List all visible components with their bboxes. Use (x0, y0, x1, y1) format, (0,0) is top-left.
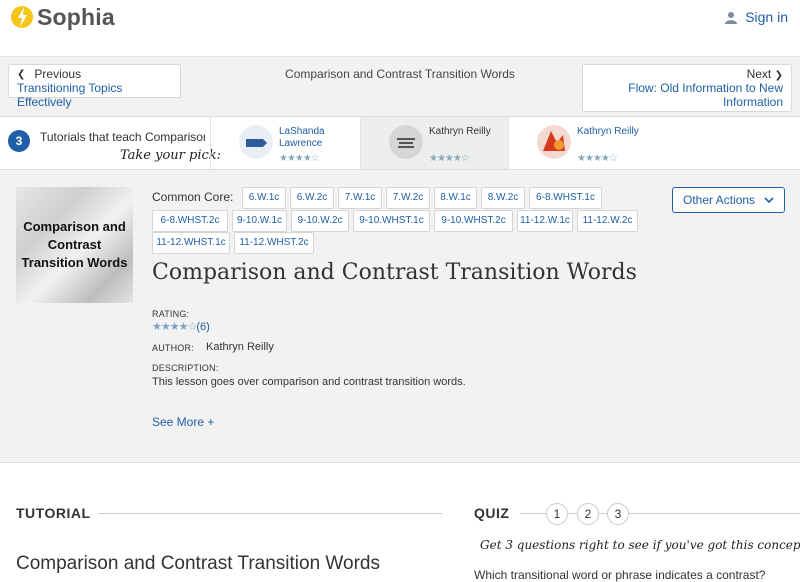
tutorial-divider (98, 513, 442, 514)
top-header: Sophia Sign in (0, 0, 800, 57)
standard-tag[interactable]: 6-8.WHST.2c (152, 210, 228, 232)
page-title: Comparison and Contrast Transition Words (152, 260, 637, 285)
author-name: Kathryn Reilly (206, 341, 274, 353)
chevron-down-icon (764, 196, 774, 203)
take-your-pick: Take your pick: (120, 148, 222, 163)
description-label: DESCRIPTION: (152, 363, 219, 373)
other-actions-label: Other Actions (683, 193, 756, 207)
rating-label: RATING: (152, 309, 190, 319)
quiz-question-2[interactable]: 2 (577, 503, 599, 525)
tutorial-thumbnail (239, 125, 273, 159)
other-actions-dropdown[interactable]: Other Actions (672, 187, 785, 213)
lesson-navigation: ❮ Previous Transitioning Topics Effective… (0, 57, 800, 117)
tutorial-author[interactable]: LaShanda Lawrence (279, 126, 325, 150)
tutorial-rating-stars: ★★★★☆ (279, 153, 320, 164)
rating-stars: ★★★★☆ (152, 321, 197, 333)
quiz-question-text: Which transitional word or phrase indica… (474, 568, 766, 582)
standard-tag[interactable]: 9-10.WHST.2c (434, 210, 513, 232)
tutorial-card-selected[interactable]: Kathryn Reilly ★★★★☆ (360, 117, 508, 169)
quiz-instruction: Get 3 questions right to see if you've g… (480, 538, 800, 552)
tutorial-lesson-title: Comparison and Contrast Transition Words (16, 553, 380, 574)
next-label: Next (746, 67, 772, 81)
standard-tag[interactable]: 11-12.WHST.2c (234, 232, 314, 254)
user-icon (725, 11, 738, 24)
tutorial-author[interactable]: Kathryn Reilly (577, 126, 639, 138)
tutorial-author[interactable]: Kathryn Reilly (429, 126, 491, 138)
previous-lesson-link[interactable]: Transitioning Topics Effectively (17, 81, 172, 109)
lesson-info-panel: Comparison and Contrast Transition Words C… (0, 170, 800, 463)
standard-tag[interactable]: 6.W.1c (242, 187, 286, 209)
tutorial-rating-stars: ★★★★☆ (429, 153, 470, 164)
see-more-link[interactable]: See More + (152, 415, 214, 429)
sign-in-link[interactable]: Sign in (725, 9, 788, 25)
next-lesson-link-line1[interactable]: Flow: Old Information to New (591, 81, 783, 95)
sophia-logo[interactable]: Sophia (10, 2, 115, 32)
rating-count: (6) (196, 321, 210, 333)
author-label: AUTHOR: (152, 343, 194, 353)
sign-in-label: Sign in (745, 9, 788, 25)
standard-tag[interactable]: 11-12.WHST.1c (152, 232, 230, 254)
description-text: This lesson goes over comparison and con… (152, 376, 466, 388)
chevron-right-icon: ❯ (774, 70, 783, 81)
standard-tag[interactable]: 8.W.2c (481, 187, 525, 209)
standard-tag[interactable]: 7.W.1c (338, 187, 382, 209)
tutorial-heading: TUTORIAL (16, 505, 91, 521)
tutorial-thumbnail (537, 125, 571, 159)
next-lesson-link-line2[interactable]: Information (591, 95, 783, 109)
standard-tag[interactable]: 11-12.W.2c (577, 210, 638, 232)
standard-tag[interactable]: 11-12.W.1c (517, 210, 573, 232)
quiz-heading: QUIZ (474, 505, 510, 521)
tutorial-card[interactable]: LaShanda Lawrence ★★★★☆ (210, 117, 360, 169)
standard-tag[interactable]: 6.W.2c (290, 187, 334, 209)
sophia-logo-icon (10, 2, 34, 32)
quiz-question-1[interactable]: 1 (546, 503, 568, 525)
standard-tag[interactable]: 7.W.2c (386, 187, 430, 209)
tutorial-thumbnail (389, 125, 423, 159)
tutorials-text: Tutorials that teach Comparison (40, 130, 205, 144)
tutorial-count-badge: 3 (8, 130, 30, 152)
brand-name: Sophia (37, 3, 115, 30)
standard-tag[interactable]: 9-10.WHST.1c (353, 210, 430, 232)
lesson-hero-image: Comparison and Contrast Transition Words (16, 187, 133, 303)
standard-tag[interactable]: 9-10.W.2c (291, 210, 349, 232)
standard-tag[interactable]: 8.W.1c (434, 187, 477, 209)
quiz-question-3[interactable]: 3 (607, 503, 629, 525)
rating-value[interactable]: ★★★★☆(6) (152, 320, 210, 333)
tutorials-picker: 3 Tutorials that teach Comparison Take y… (0, 117, 800, 170)
standard-tag[interactable]: 6-8.WHST.1c (529, 187, 602, 209)
next-lesson-button[interactable]: Next ❯ Flow: Old Information to New Info… (582, 64, 792, 112)
common-core-label: Common Core: (152, 190, 234, 204)
tutorial-card[interactable]: Kathryn Reilly ★★★★☆ (508, 117, 658, 169)
standard-tag[interactable]: 9-10.W.1c (232, 210, 287, 232)
tutorial-rating-stars: ★★★★☆ (577, 153, 618, 164)
